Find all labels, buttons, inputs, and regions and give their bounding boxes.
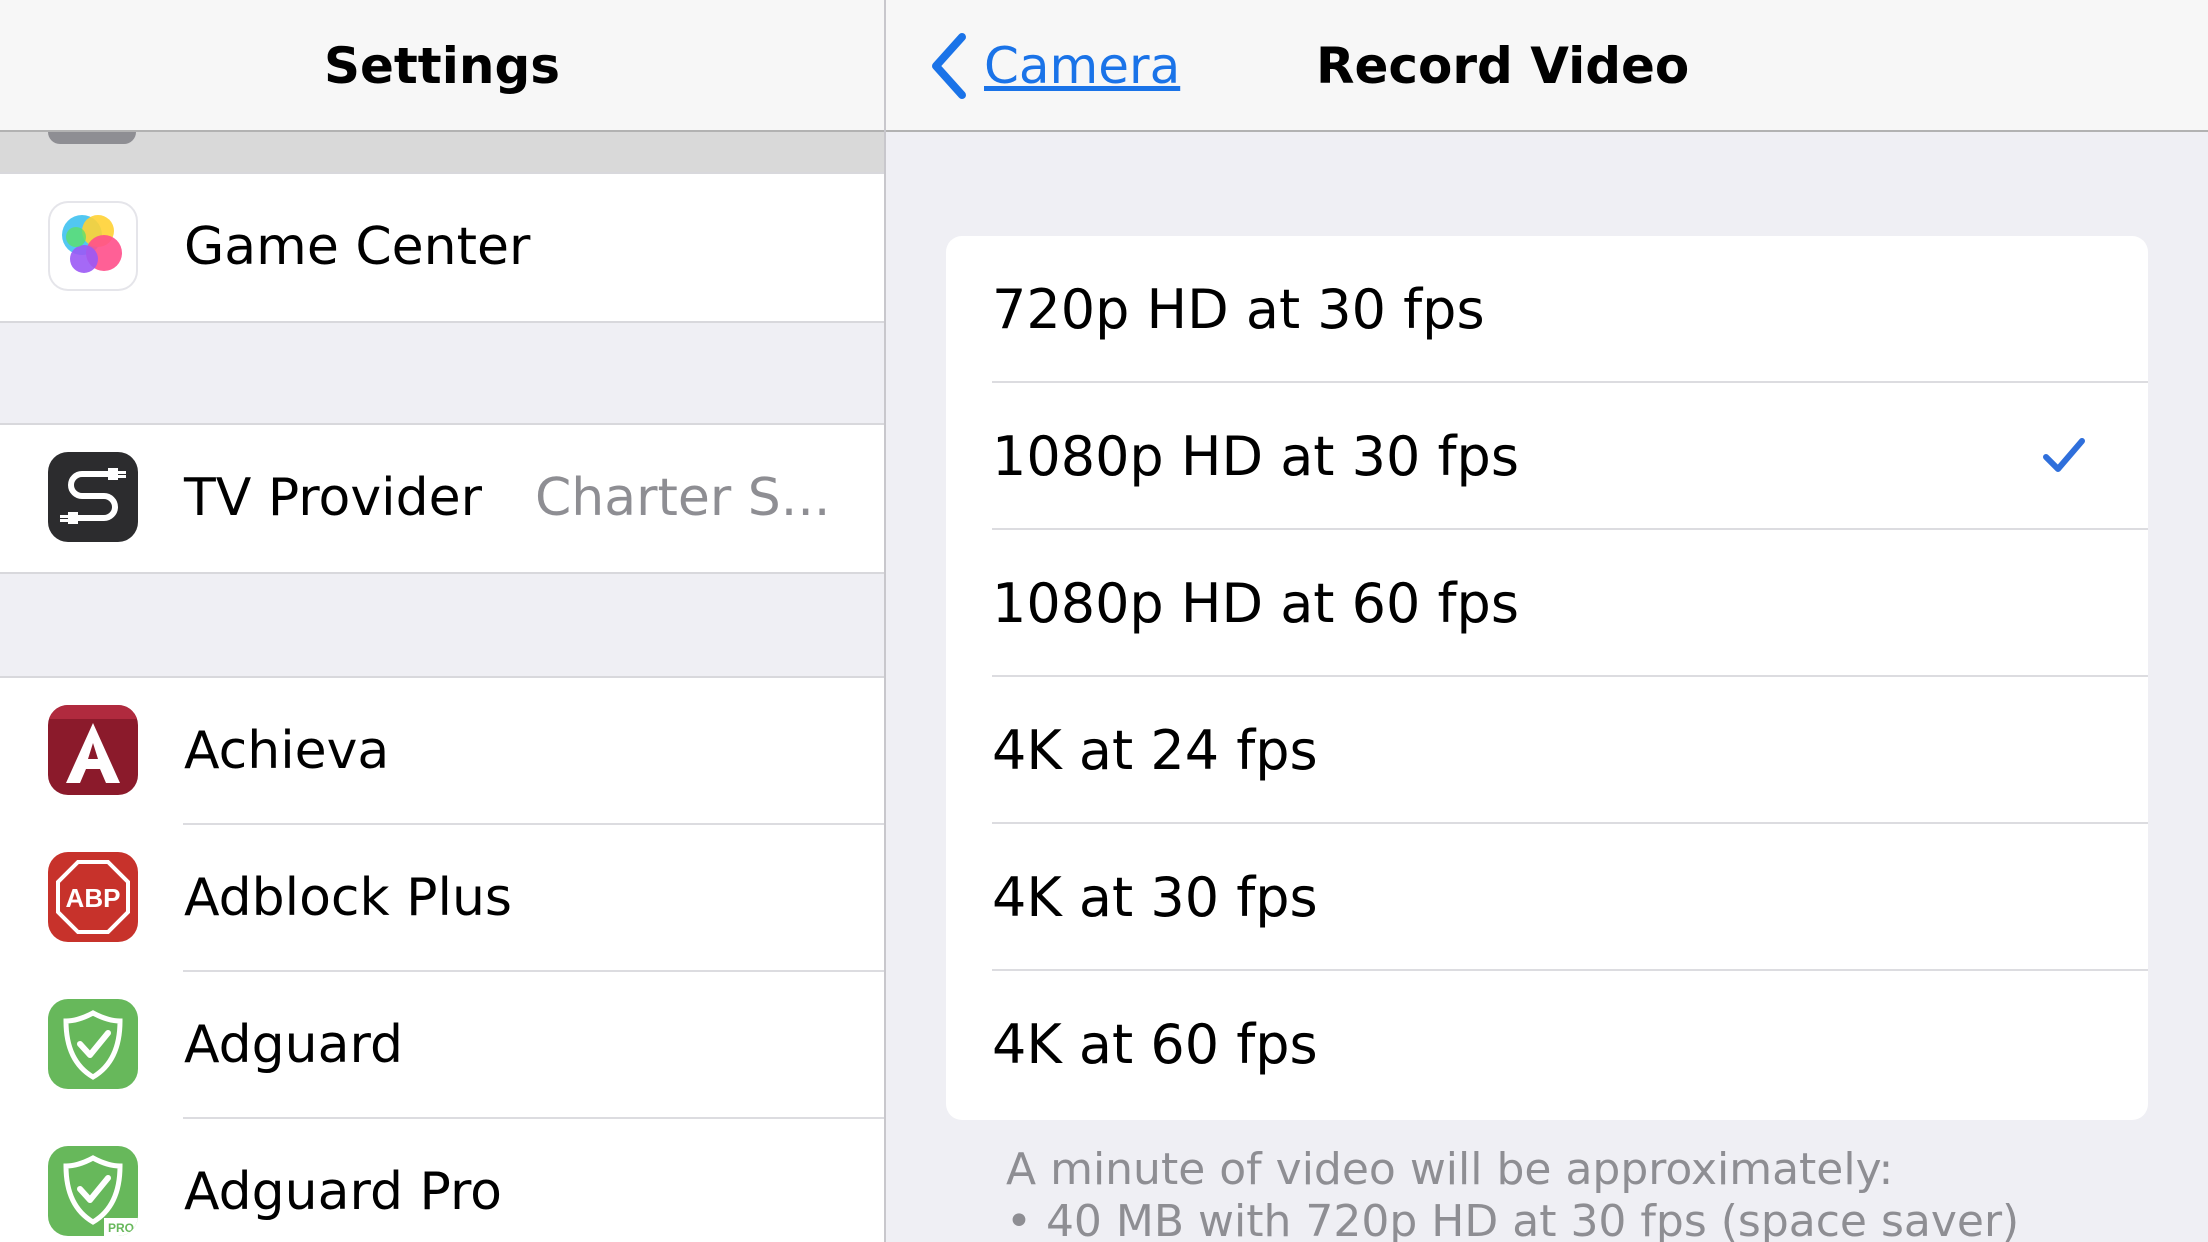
sidebar-item-label: Game Center [184,217,531,277]
back-button-label: Camera [984,37,1181,95]
adguard-icon [48,999,138,1089]
chevron-left-icon [932,33,966,99]
tv-provider-icon [48,452,138,542]
sidebar-item-label: Achieva [184,721,390,781]
sidebar-item-achieva[interactable]: Achieva [0,678,884,825]
settings-group-tv-provider: TV Provider Charter S... [0,423,884,574]
record-video-options: 720p HD at 30 fps 1080p HD at 30 fps 108… [946,236,2148,1120]
scrolled-offscreen-row [0,132,884,172]
sidebar-item-adguard-pro[interactable]: PRO Adguard Pro [0,1119,884,1242]
split-view-divider [884,0,886,1242]
footnote-line: • 40 MB with 720p HD at 30 fps (space sa… [1006,1196,2020,1242]
game-center-icon [48,201,138,291]
option-label: 1080p HD at 30 fps [992,425,1519,488]
option-label: 720p HD at 30 fps [992,278,1485,341]
option-label: 1080p HD at 60 fps [992,572,1519,635]
option-label: 4K at 60 fps [992,1013,1318,1076]
settings-group-apps: Achieva ABP Adblock Plus Adguard PRO Adg… [0,676,884,1242]
option-1080p-60fps[interactable]: 1080p HD at 60 fps [946,530,2148,677]
checkmark-icon [2043,438,2085,472]
page-title: Record Video [1316,37,1690,95]
partial-app-icon [48,132,136,144]
sidebar-item-game-center[interactable]: Game Center [0,174,884,321]
option-4k-24fps[interactable]: 4K at 24 fps [946,677,2148,824]
footnote-line: A minute of video will be approximately: [1006,1144,1894,1195]
sidebar-item-label: TV Provider [184,468,482,528]
settings-sidebar: Settings Game Center TV Provider Charter… [0,0,884,1242]
option-label: 4K at 24 fps [992,719,1318,782]
sidebar-item-adguard[interactable]: Adguard [0,972,884,1119]
record-video-navbar: Camera Record Video [886,0,2208,132]
option-720p-30fps[interactable]: 720p HD at 30 fps [946,236,2148,383]
page-title: Settings [323,37,560,95]
option-4k-60fps[interactable]: 4K at 60 fps [946,971,2148,1118]
option-1080p-30fps[interactable]: 1080p HD at 30 fps [946,383,2148,530]
settings-split-view: Settings Game Center TV Provider Charter… [0,0,2208,1242]
adblock-plus-icon-text: ABP [66,883,121,913]
adguard-pro-badge: PRO [108,1221,134,1235]
sidebar-item-tv-provider[interactable]: TV Provider Charter S... [0,425,884,572]
option-4k-30fps[interactable]: 4K at 30 fps [946,824,2148,971]
back-button[interactable]: Camera [926,0,1180,132]
sidebar-item-adblock-plus[interactable]: ABP Adblock Plus [0,825,884,972]
sidebar-item-label: Adguard Pro [184,1162,502,1222]
storage-footnote: A minute of video will be approximately:… [1006,1144,2146,1242]
adblock-plus-icon: ABP [48,852,138,942]
settings-group-game-center: Game Center [0,172,884,323]
sidebar-item-label: Adblock Plus [184,868,513,928]
adguard-pro-icon: PRO [48,1146,138,1236]
tv-provider-value: Charter S... [535,468,831,528]
sidebar-item-label: Adguard [184,1015,403,1075]
achieva-app-icon [48,705,138,795]
option-label: 4K at 30 fps [992,866,1318,929]
settings-navbar: Settings [0,0,884,132]
